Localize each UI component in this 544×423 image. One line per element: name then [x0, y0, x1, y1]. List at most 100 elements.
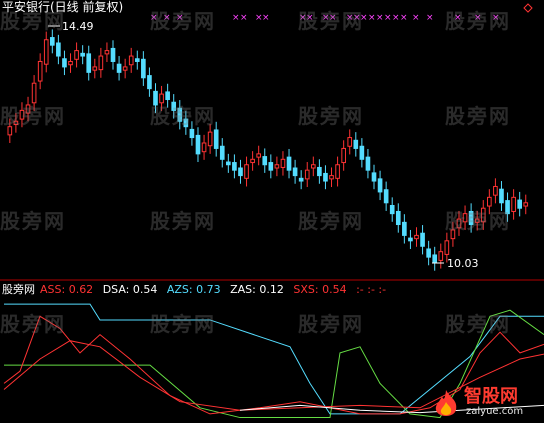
brand-name: 智股网 — [464, 386, 518, 407]
candle-body — [19, 109, 25, 120]
candle-body — [414, 234, 419, 240]
candle-body — [147, 75, 152, 90]
candle-body — [317, 166, 322, 177]
candle-body — [298, 177, 304, 182]
top-markers: × × × × × × × × × × × × × × × × × × × × × × × × — [150, 13, 500, 23]
candle-body — [104, 50, 110, 55]
diamond-icon — [523, 3, 533, 13]
candle-body — [86, 53, 92, 73]
candle-body — [116, 63, 122, 73]
candle-body — [201, 142, 207, 153]
candle-body — [213, 129, 219, 149]
candle-body — [365, 156, 371, 171]
candle-body — [56, 42, 61, 57]
flame-icon — [435, 390, 457, 416]
candle-body — [286, 156, 292, 171]
candle-body — [323, 172, 328, 182]
candle-body — [183, 118, 189, 128]
candle-body — [250, 158, 255, 164]
candle-body — [219, 145, 225, 160]
candle-body — [310, 164, 316, 169]
candle-body — [159, 93, 164, 104]
candle-body — [280, 158, 286, 168]
marker-cross: × — [368, 13, 376, 23]
candle-body — [189, 128, 195, 139]
indicator-legend: ASS: 0.62 DSA: 0.54 AZS: 0.73 ZAS: 0.12 … — [40, 283, 392, 296]
candle-body — [232, 162, 237, 171]
legend-ass: ASS: 0.62 — [40, 283, 94, 296]
candle-body — [383, 189, 389, 204]
candle-body — [141, 58, 146, 79]
candle-body — [347, 137, 353, 147]
candle-body — [153, 90, 158, 106]
candle-body — [402, 221, 407, 236]
candle-body — [395, 210, 401, 226]
candle-body — [238, 167, 243, 177]
candle-body — [450, 229, 456, 240]
candle-body — [13, 120, 19, 126]
candle-body — [468, 210, 474, 226]
marker-cross: × — [176, 13, 184, 23]
candle-body — [389, 205, 395, 215]
marker-cross: × — [163, 13, 171, 23]
marker-cross: × — [400, 13, 408, 23]
price-candles — [7, 29, 529, 271]
candle-body — [341, 147, 346, 164]
candle-body — [426, 248, 431, 258]
candle-body — [195, 134, 201, 155]
candle-body — [438, 251, 444, 261]
marker-cross: × — [492, 13, 500, 23]
legend-azs: AZS: 0.73 — [166, 283, 221, 296]
candle-body — [7, 126, 13, 136]
candle-body — [262, 156, 268, 166]
candle-body — [511, 196, 516, 212]
marker-cross: × — [376, 13, 384, 23]
candle-body — [244, 164, 249, 179]
candle-body — [505, 200, 510, 215]
candle-body — [371, 172, 377, 182]
candle-body — [499, 188, 504, 204]
candle-body — [226, 161, 231, 166]
candle-body — [432, 254, 438, 264]
candle-body — [408, 237, 413, 242]
low-label: 10.03 — [447, 257, 479, 270]
candle-body — [49, 37, 55, 46]
candle-body — [128, 55, 134, 66]
candle-body — [68, 60, 73, 66]
candle-body — [207, 131, 213, 147]
candle-body — [98, 55, 104, 71]
legend-dsa: DSA: 0.54 — [102, 283, 158, 296]
candle-body — [487, 196, 492, 207]
marker-cross: × — [150, 13, 158, 23]
candle-body — [92, 66, 98, 71]
brand-url: zalyue.com — [466, 406, 524, 417]
legend-sxs: SXS: 0.54 — [293, 283, 347, 296]
candle-body — [62, 58, 67, 68]
chart-title: 平安银行(日线 前复权) — [2, 0, 124, 14]
marker-cross: × — [360, 13, 368, 23]
candle-body — [134, 58, 140, 62]
marker-cross: × — [412, 13, 420, 23]
candle-body — [256, 153, 262, 158]
marker-cross: × — [426, 13, 434, 23]
indicator-name: 股旁网 — [2, 283, 35, 296]
legend-zas: ZAS: 0.12 — [230, 283, 284, 296]
candle-body — [353, 139, 359, 149]
candle-body — [493, 185, 498, 196]
candle-body — [444, 240, 450, 255]
candle-body — [171, 101, 177, 111]
marker-cross: × — [240, 13, 248, 23]
marker-cross: × — [329, 13, 337, 23]
candle-body — [31, 82, 37, 104]
brand-logo: 智股网 zalyue.com — [430, 382, 542, 422]
candle-body — [43, 39, 49, 65]
candle-body — [110, 47, 116, 62]
candle-body — [329, 175, 334, 180]
high-label: 14.49 — [62, 20, 94, 33]
candle-body — [523, 202, 529, 207]
candle-body — [359, 145, 365, 160]
candle-body — [80, 52, 85, 57]
marker-cross: × — [474, 13, 482, 23]
candle-body — [177, 107, 183, 122]
marker-cross: × — [232, 13, 240, 23]
